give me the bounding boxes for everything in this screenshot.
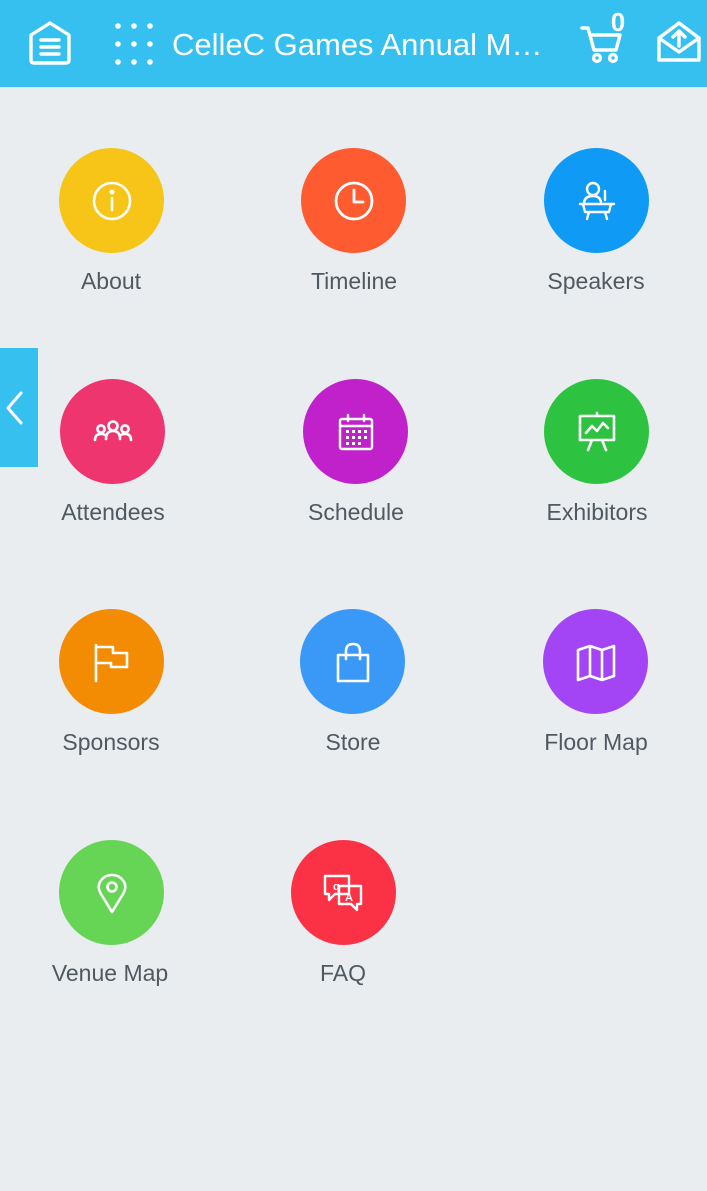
cart-badge: 0 <box>610 7 626 37</box>
faq-tile-circle: q A <box>291 840 396 945</box>
venue-map-tile-circle <box>59 840 164 945</box>
tile-floor-map[interactable]: Floor Map <box>496 609 696 809</box>
about-label: About <box>80 268 142 294</box>
exhibitors-tile-circle <box>544 379 649 484</box>
calendar-icon <box>338 413 374 451</box>
tile-speakers[interactable]: Speakers <box>496 148 696 348</box>
info-icon <box>92 181 132 221</box>
tile-venue-map[interactable]: Venue Map <box>10 840 210 1040</box>
flag-icon <box>94 643 129 683</box>
venue-map-label: Venue Map <box>51 960 169 986</box>
people-icon <box>93 420 133 442</box>
page-title: CelleC Games Annual Me... <box>172 27 552 62</box>
tile-store[interactable]: Store <box>253 609 453 809</box>
share-icon[interactable] <box>656 20 702 64</box>
shopping-bag-icon <box>336 642 370 683</box>
attendees-tile-circle <box>60 379 165 484</box>
schedule-label: Schedule <box>308 499 404 525</box>
tile-attendees[interactable]: Attendees <box>13 379 213 579</box>
store-tile-circle <box>300 609 405 714</box>
menu-icon[interactable] <box>27 20 73 66</box>
schedule-tile-circle <box>303 379 408 484</box>
presentation-icon <box>578 411 616 452</box>
clock-icon <box>334 181 374 221</box>
speakers-tile-circle <box>544 148 649 253</box>
exhibitors-label: Exhibitors <box>546 499 648 525</box>
faq-label: FAQ <box>319 960 366 986</box>
svg-text:A: A <box>345 892 353 904</box>
attendees-label: Attendees <box>61 499 165 525</box>
sponsors-tile-circle <box>59 609 164 714</box>
timeline-label: Timeline <box>310 268 398 294</box>
sponsors-label: Sponsors <box>62 729 160 755</box>
apps-grid-icon[interactable] <box>112 22 156 66</box>
floor-map-tile-circle <box>543 609 648 714</box>
tile-schedule[interactable]: Schedule <box>256 379 456 579</box>
store-label: Store <box>325 729 381 755</box>
top-bar: CelleC Games Annual Me... 0 <box>0 0 707 87</box>
tile-faq[interactable]: q A FAQ <box>243 840 443 1040</box>
tile-timeline[interactable]: Timeline <box>254 148 454 348</box>
speaker-icon <box>578 181 616 221</box>
faq-icon: q A <box>323 874 363 912</box>
timeline-tile-circle <box>301 148 406 253</box>
floor-map-label: Floor Map <box>544 729 648 755</box>
location-pin-icon <box>97 873 127 914</box>
svg-text:q: q <box>333 881 340 893</box>
tile-exhibitors[interactable]: Exhibitors <box>497 379 697 579</box>
tile-sponsors[interactable]: Sponsors <box>11 609 211 809</box>
map-icon <box>576 644 616 682</box>
tile-about[interactable]: About <box>11 148 211 348</box>
about-tile-circle <box>59 148 164 253</box>
speakers-label: Speakers <box>547 268 645 294</box>
